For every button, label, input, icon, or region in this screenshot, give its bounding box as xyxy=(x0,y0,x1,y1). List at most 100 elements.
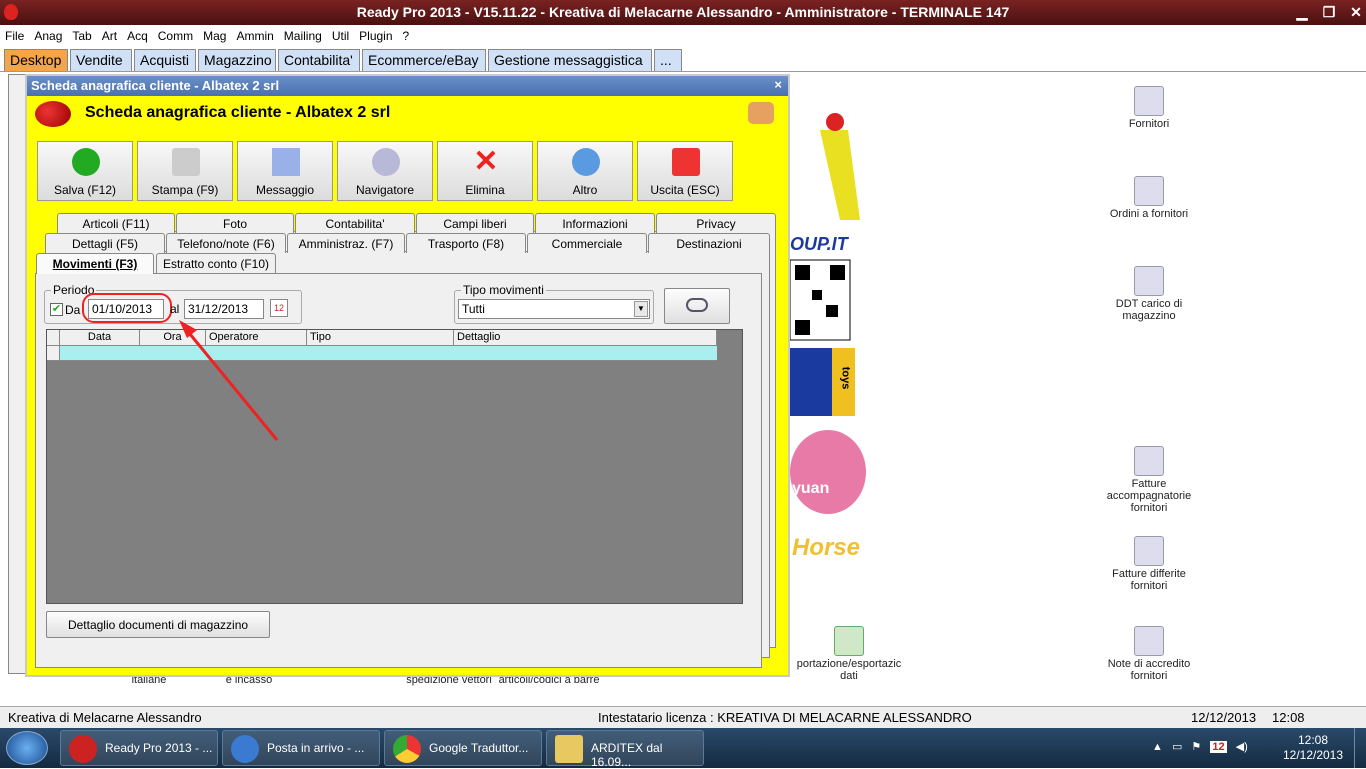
taskbar-item-readypro[interactable]: Ready Pro 2013 - ... xyxy=(60,730,218,766)
window-titlebar: Ready Pro 2013 - V15.11.22 - Kreativa di… xyxy=(0,0,1366,25)
search-binoculars-button[interactable] xyxy=(664,288,730,324)
import-export-icon xyxy=(834,626,864,656)
tab-acquisti[interactable]: Acquisti xyxy=(134,49,196,71)
al-label: al xyxy=(170,302,180,316)
column-header-tipo[interactable]: Tipo xyxy=(307,330,454,346)
calendar-icon[interactable]: 12 xyxy=(270,299,288,317)
tab-informazioni[interactable]: Informazioni xyxy=(535,213,655,233)
volume-icon[interactable]: ◀) xyxy=(1236,741,1248,753)
clock[interactable]: 12:08 12/12/2013 xyxy=(1278,733,1348,763)
tab-dettagli[interactable]: Dettagli (F5) xyxy=(45,233,165,253)
menu-help[interactable]: ? xyxy=(398,27,415,45)
network-icon[interactable]: ▭ xyxy=(1172,741,1182,753)
main-tab-bar: Desktop Vendite Acquisti Magazzino Conta… xyxy=(0,47,1366,72)
exit-button[interactable]: Uscita (ESC) xyxy=(637,141,733,201)
brand-logos-image xyxy=(789,113,870,564)
tab-contabilita[interactable]: Contabilita' xyxy=(278,49,360,71)
customer-record-dialog: Scheda anagrafica cliente - Albatex 2 sr… xyxy=(25,74,790,677)
tab-more[interactable]: ... xyxy=(654,49,682,71)
dialog-titlebar: Scheda anagrafica cliente - Albatex 2 sr… xyxy=(27,76,788,96)
power-icon xyxy=(672,148,700,176)
tab-telefono-note[interactable]: Telefono/note (F6) xyxy=(166,233,286,253)
minimize-button[interactable]: ▁ xyxy=(1288,2,1316,22)
column-header-dettaglio[interactable]: Dettaglio xyxy=(454,330,717,346)
tab-articoli[interactable]: Articoli (F11) xyxy=(57,213,175,233)
menu-comm[interactable]: Comm xyxy=(153,27,198,45)
desktop-icon-fatture-differite[interactable]: Fatture differite fornitori xyxy=(1094,536,1204,592)
menu-mailing[interactable]: Mailing xyxy=(279,27,327,45)
strawberry-icon xyxy=(69,735,97,763)
other-button[interactable]: Altro xyxy=(537,141,633,201)
menu-mag[interactable]: Mag xyxy=(198,27,231,45)
clock-time: 12:08 xyxy=(1297,733,1329,747)
tab-campi-liberi[interactable]: Campi liberi xyxy=(416,213,534,233)
chevron-down-icon: ▼ xyxy=(634,301,648,317)
dettaglio-documenti-button[interactable]: Dettaglio documenti di magazzino xyxy=(46,611,270,638)
menu-art[interactable]: Art xyxy=(97,27,122,45)
da-checkbox[interactable]: ✔ xyxy=(50,303,63,316)
taskbar-item-chrome[interactable]: Google Traduttor... xyxy=(384,730,542,766)
flag-icon[interactable]: ⚑ xyxy=(1191,741,1201,753)
delete-button[interactable]: ✕ Elimina xyxy=(437,141,533,201)
taskbar-item-mail[interactable]: Posta in arrivo - ... xyxy=(222,730,380,766)
tab-magazzino[interactable]: Magazzino xyxy=(198,49,276,71)
close-window-button[interactable]: ✕ xyxy=(1342,2,1366,22)
tray-badge[interactable]: 12 xyxy=(1210,741,1227,753)
taskbar-item-folder[interactable]: ARDITEX dal 16.09... xyxy=(546,730,704,769)
logo-text-oup: OUP.IT xyxy=(790,234,848,254)
desktop-icon-fatture-accompagnatorie[interactable]: Fatture accompagnatorie fornitori xyxy=(1094,446,1204,514)
grid-row-selector[interactable] xyxy=(47,346,60,361)
checkmark-icon xyxy=(72,148,100,176)
tab-contabilita-dialog[interactable]: Contabilita' xyxy=(295,213,415,233)
navigator-button[interactable]: Navigatore xyxy=(337,141,433,201)
tab-vendite[interactable]: Vendite xyxy=(70,49,132,71)
menu-file[interactable]: File xyxy=(0,27,29,45)
column-header-data[interactable]: Data xyxy=(60,330,140,346)
folder-icon xyxy=(555,735,583,763)
maximize-button[interactable]: ❐ xyxy=(1315,2,1343,22)
tab-foto[interactable]: Foto xyxy=(176,213,294,233)
tab-destinazioni[interactable]: Destinazioni xyxy=(648,233,770,253)
tab-gestione-messaggistica[interactable]: Gestione messaggistica xyxy=(488,49,652,71)
status-time: 12:08 xyxy=(1272,710,1305,725)
menu-tab[interactable]: Tab xyxy=(67,27,96,45)
message-button[interactable]: Messaggio xyxy=(237,141,333,201)
dialog-close-button[interactable]: × xyxy=(774,77,782,92)
menu-anag[interactable]: Anag xyxy=(29,27,67,45)
menu-util[interactable]: Util xyxy=(327,27,354,45)
ddt-document-icon xyxy=(1134,266,1164,296)
movements-grid[interactable]: Data Ora Operatore Tipo Dettaglio xyxy=(46,329,743,604)
deferred-invoice-icon xyxy=(1134,536,1164,566)
grid-empty-row[interactable] xyxy=(60,346,717,361)
tab-amministrazione[interactable]: Amministraz. (F7) xyxy=(287,233,405,253)
desktop-icon-fornitori[interactable]: Fornitori xyxy=(1094,86,1204,130)
menu-ammin[interactable]: Ammin xyxy=(231,27,278,45)
menu-acq[interactable]: Acq xyxy=(122,27,153,45)
message-pen-icon xyxy=(272,148,300,176)
start-button[interactable] xyxy=(6,731,48,765)
desktop-icon-note-accredito[interactable]: Note di accredito fornitori xyxy=(1094,626,1204,682)
print-button[interactable]: Stampa (F9) xyxy=(137,141,233,201)
tipo-movimenti-select[interactable]: Tutti ▼ xyxy=(458,299,650,319)
logo-text-toys: toys xyxy=(839,366,852,390)
tab-ecommerce[interactable]: Ecommerce/eBay xyxy=(362,49,486,71)
desktop-icon-ordini-fornitori[interactable]: Ordini a fornitori xyxy=(1094,176,1204,220)
tab-privacy[interactable]: Privacy xyxy=(656,213,776,233)
mail-icon xyxy=(231,735,259,763)
menu-plugin[interactable]: Plugin xyxy=(354,27,397,45)
tipo-movimenti-label: Tipo movimenti xyxy=(461,283,546,297)
tray-arrow-icon[interactable]: ▲ xyxy=(1152,741,1163,753)
show-desktop-button[interactable] xyxy=(1354,728,1366,768)
tab-estratto-conto[interactable]: Estratto conto (F10) xyxy=(156,253,276,273)
save-button[interactable]: Salva (F12) xyxy=(37,141,133,201)
logo-text-yuan: yuan xyxy=(792,480,830,497)
status-company: Kreativa di Melacarne Alessandro xyxy=(8,710,202,725)
tab-commerciale[interactable]: Commerciale xyxy=(527,233,647,253)
tray-icons[interactable]: ▲ ▭ ⚑ 12 ◀) xyxy=(1152,740,1262,756)
desktop-icon-ddt-carico[interactable]: DDT carico di magazzino xyxy=(1094,266,1204,322)
desktop-icon-import-export[interactable]: portazione/esportazic dati xyxy=(794,626,904,682)
tab-trasporto[interactable]: Trasporto (F8) xyxy=(406,233,526,253)
binoculars-icon xyxy=(686,298,708,312)
tab-movimenti[interactable]: Movimenti (F3) xyxy=(36,253,154,274)
tab-desktop[interactable]: Desktop xyxy=(4,49,68,71)
